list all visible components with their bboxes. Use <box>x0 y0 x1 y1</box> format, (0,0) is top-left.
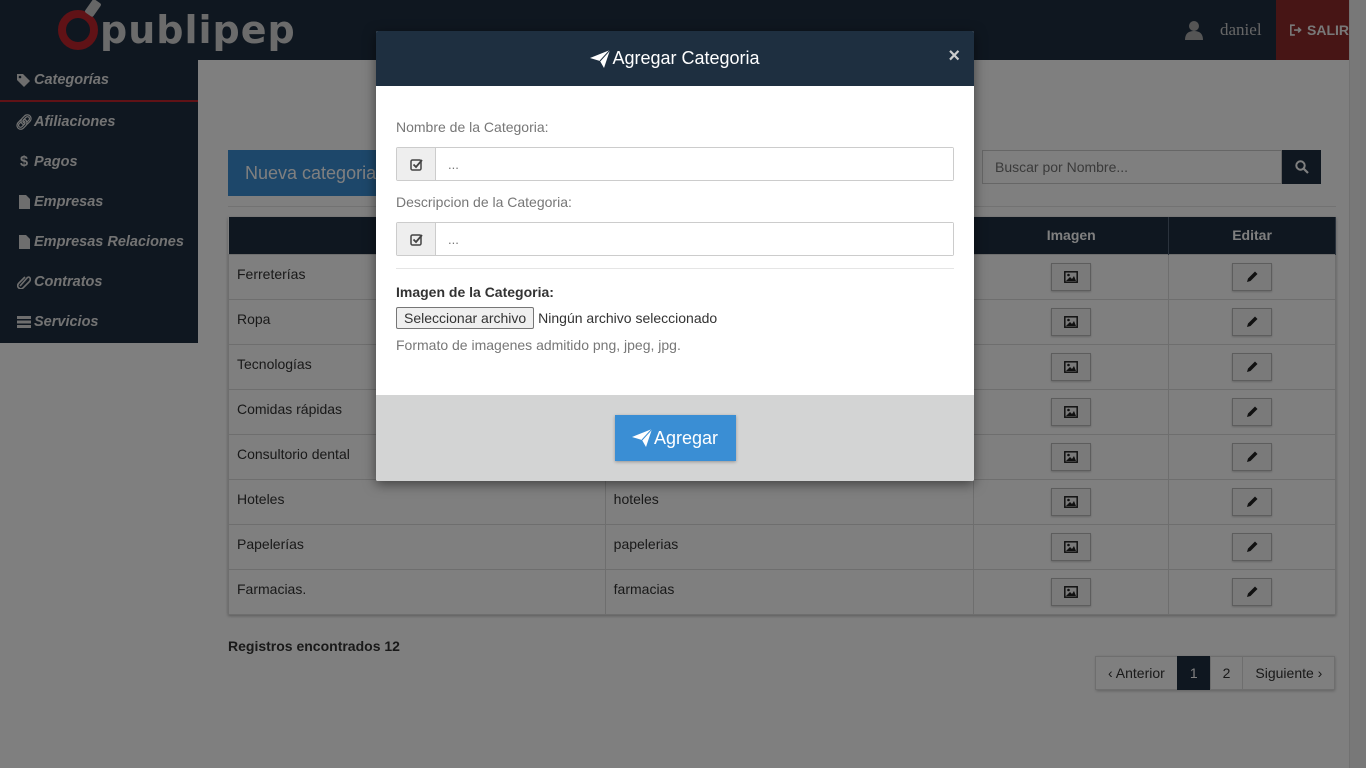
agregar-button[interactable]: Agregar <box>614 415 736 461</box>
choose-file-button[interactable]: Seleccionar archivo <box>396 307 535 329</box>
category-description-input[interactable] <box>436 223 953 255</box>
name-input-group <box>396 147 954 181</box>
paper-plane-icon <box>590 49 611 68</box>
check-square-icon <box>397 223 436 255</box>
paper-plane-icon <box>631 429 652 447</box>
file-input: Seleccionar archivo Ningún archivo selec… <box>396 307 954 329</box>
divider <box>396 268 954 269</box>
modal-header: Agregar Categoria × <box>376 31 974 86</box>
category-name-input[interactable] <box>436 148 953 180</box>
file-status: Ningún archivo seleccionado <box>538 310 718 326</box>
name-label: Nombre de la Categoria: <box>396 119 549 135</box>
close-button[interactable]: × <box>948 45 960 68</box>
description-label: Descripcion de la Categoria: <box>396 194 572 210</box>
check-square-icon <box>397 148 436 180</box>
description-input-group <box>396 222 954 256</box>
modal-body: Nombre de la Categoria: Descripcion de l… <box>376 119 974 353</box>
image-format-help: Formato de imagenes admitido png, jpeg, … <box>396 337 681 353</box>
modal-footer: Agregar <box>376 395 974 481</box>
modal-title: Agregar Categoria <box>612 48 760 68</box>
image-label: Imagen de la Categoria: <box>396 284 554 300</box>
add-category-modal: Agregar Categoria × Nombre de la Categor… <box>376 31 974 481</box>
agregar-label: Agregar <box>653 427 719 448</box>
